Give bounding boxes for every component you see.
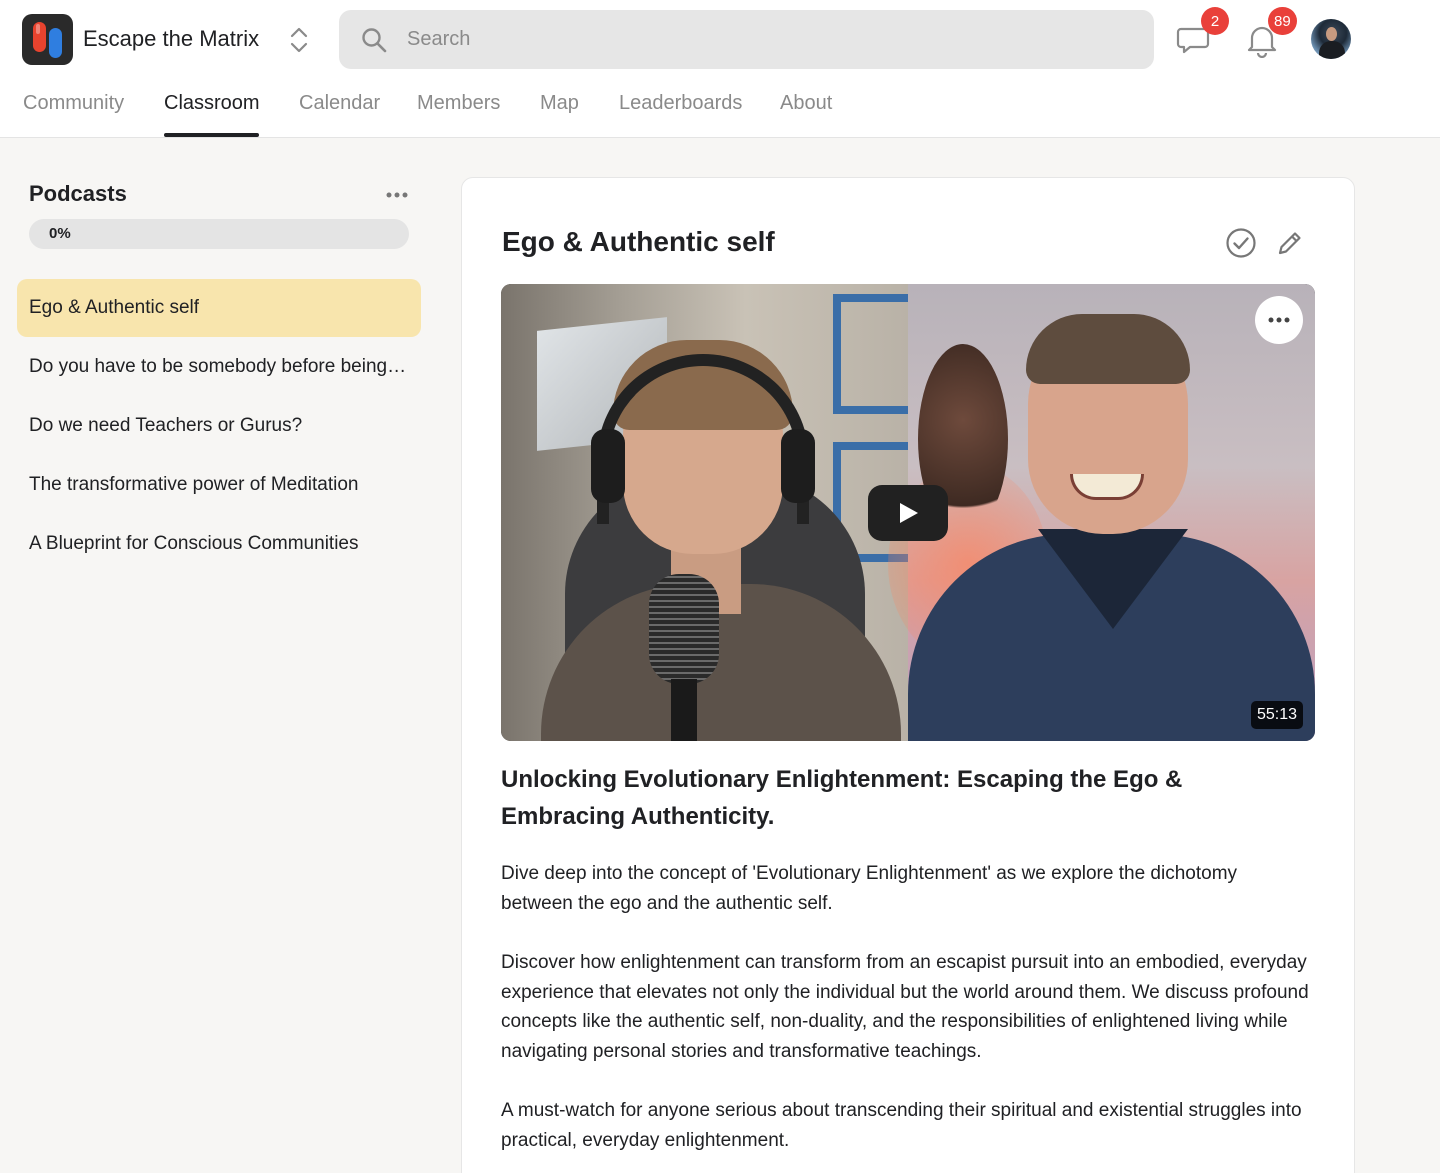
- lesson-label: A Blueprint for Conscious Communities: [29, 533, 359, 554]
- lesson-card: Ego & Authentic self 55:13 Unlocking Evo…: [461, 177, 1355, 1173]
- search-input[interactable]: [407, 10, 1127, 69]
- active-tab-indicator: [164, 133, 259, 137]
- app-logo[interactable]: [22, 14, 73, 65]
- lesson-label: Do we need Teachers or Gurus?: [29, 415, 303, 436]
- lesson-label: The transformative power of Meditation: [29, 474, 359, 495]
- thumb-headphone-cup: [591, 429, 625, 503]
- tab-leaderboards[interactable]: Leaderboards: [619, 92, 742, 115]
- tab-members[interactable]: Members: [417, 92, 500, 115]
- avatar-face: [1326, 27, 1337, 41]
- thumb-mic-stand: [671, 679, 697, 741]
- notifications-badge: 89: [1268, 7, 1297, 35]
- pencil-icon[interactable]: [1275, 228, 1305, 258]
- lesson-item[interactable]: Ego & Authentic self: [17, 279, 421, 337]
- play-button[interactable]: [868, 485, 948, 541]
- tab-calendar[interactable]: Calendar: [299, 92, 380, 115]
- lesson-item[interactable]: A Blueprint for Conscious Communities: [17, 515, 421, 573]
- play-icon: [900, 503, 918, 523]
- lesson-description-paragraph: Dive deep into the concept of 'Evolution…: [501, 863, 1238, 914]
- lesson-item[interactable]: Do we need Teachers or Gurus?: [17, 397, 421, 455]
- app-title[interactable]: Escape the Matrix: [83, 26, 259, 52]
- lesson-label: Ego & Authentic self: [29, 297, 200, 318]
- video-duration: 55:13: [1251, 701, 1304, 729]
- lesson-item[interactable]: The transformative power of Meditation: [17, 456, 421, 514]
- lesson-title: Ego & Authentic self: [502, 226, 775, 257]
- lesson-label: Do you have to be somebody before being …: [29, 356, 411, 377]
- tab-classroom[interactable]: Classroom: [164, 92, 260, 115]
- tab-about[interactable]: About: [780, 92, 832, 115]
- lesson-description-heading: Unlocking Evolutionary Enlightenment: Es…: [501, 766, 1183, 830]
- tab-community[interactable]: Community: [23, 92, 124, 115]
- course-title: Podcasts: [29, 181, 127, 206]
- logo-shine: [36, 24, 40, 34]
- top-header: Escape the Matrix 2 89 Community Classro…: [0, 0, 1440, 138]
- tab-map[interactable]: Map: [540, 92, 579, 115]
- check-circle-icon[interactable]: [1225, 227, 1257, 259]
- more-horizontal-icon[interactable]: [384, 188, 410, 202]
- user-avatar[interactable]: [1311, 19, 1351, 59]
- chevron-up-down-icon[interactable]: [288, 26, 310, 54]
- course-progress-bar: 0%: [29, 219, 409, 249]
- thumb-hair: [1026, 314, 1190, 384]
- course-progress-label: 0%: [49, 225, 71, 242]
- more-horizontal-icon: [1268, 317, 1290, 323]
- chat-badge: 2: [1201, 7, 1229, 35]
- video-player[interactable]: 55:13: [501, 284, 1315, 741]
- avatar-body: [1319, 41, 1345, 59]
- logo-blue-pill: [49, 28, 62, 58]
- thumb-headphone-cup: [781, 429, 815, 503]
- video-more-button[interactable]: [1255, 296, 1303, 344]
- search-bar[interactable]: [339, 10, 1154, 69]
- thumb-microphone: [649, 574, 719, 684]
- lesson-item[interactable]: Do you have to be somebody before being …: [17, 338, 421, 396]
- search-icon: [361, 27, 387, 58]
- video-thumbnail-left: [501, 284, 909, 741]
- lesson-description-paragraph: Discover how enlightenment can transform…: [501, 952, 1309, 1062]
- nav-tabs: Community Classroom Calendar Members Map…: [0, 80, 1440, 138]
- thumb-frame: [833, 294, 909, 414]
- lesson-description-paragraph: A must-watch for anyone serious about tr…: [501, 1100, 1302, 1151]
- video-thumbnail-right: [888, 284, 1315, 741]
